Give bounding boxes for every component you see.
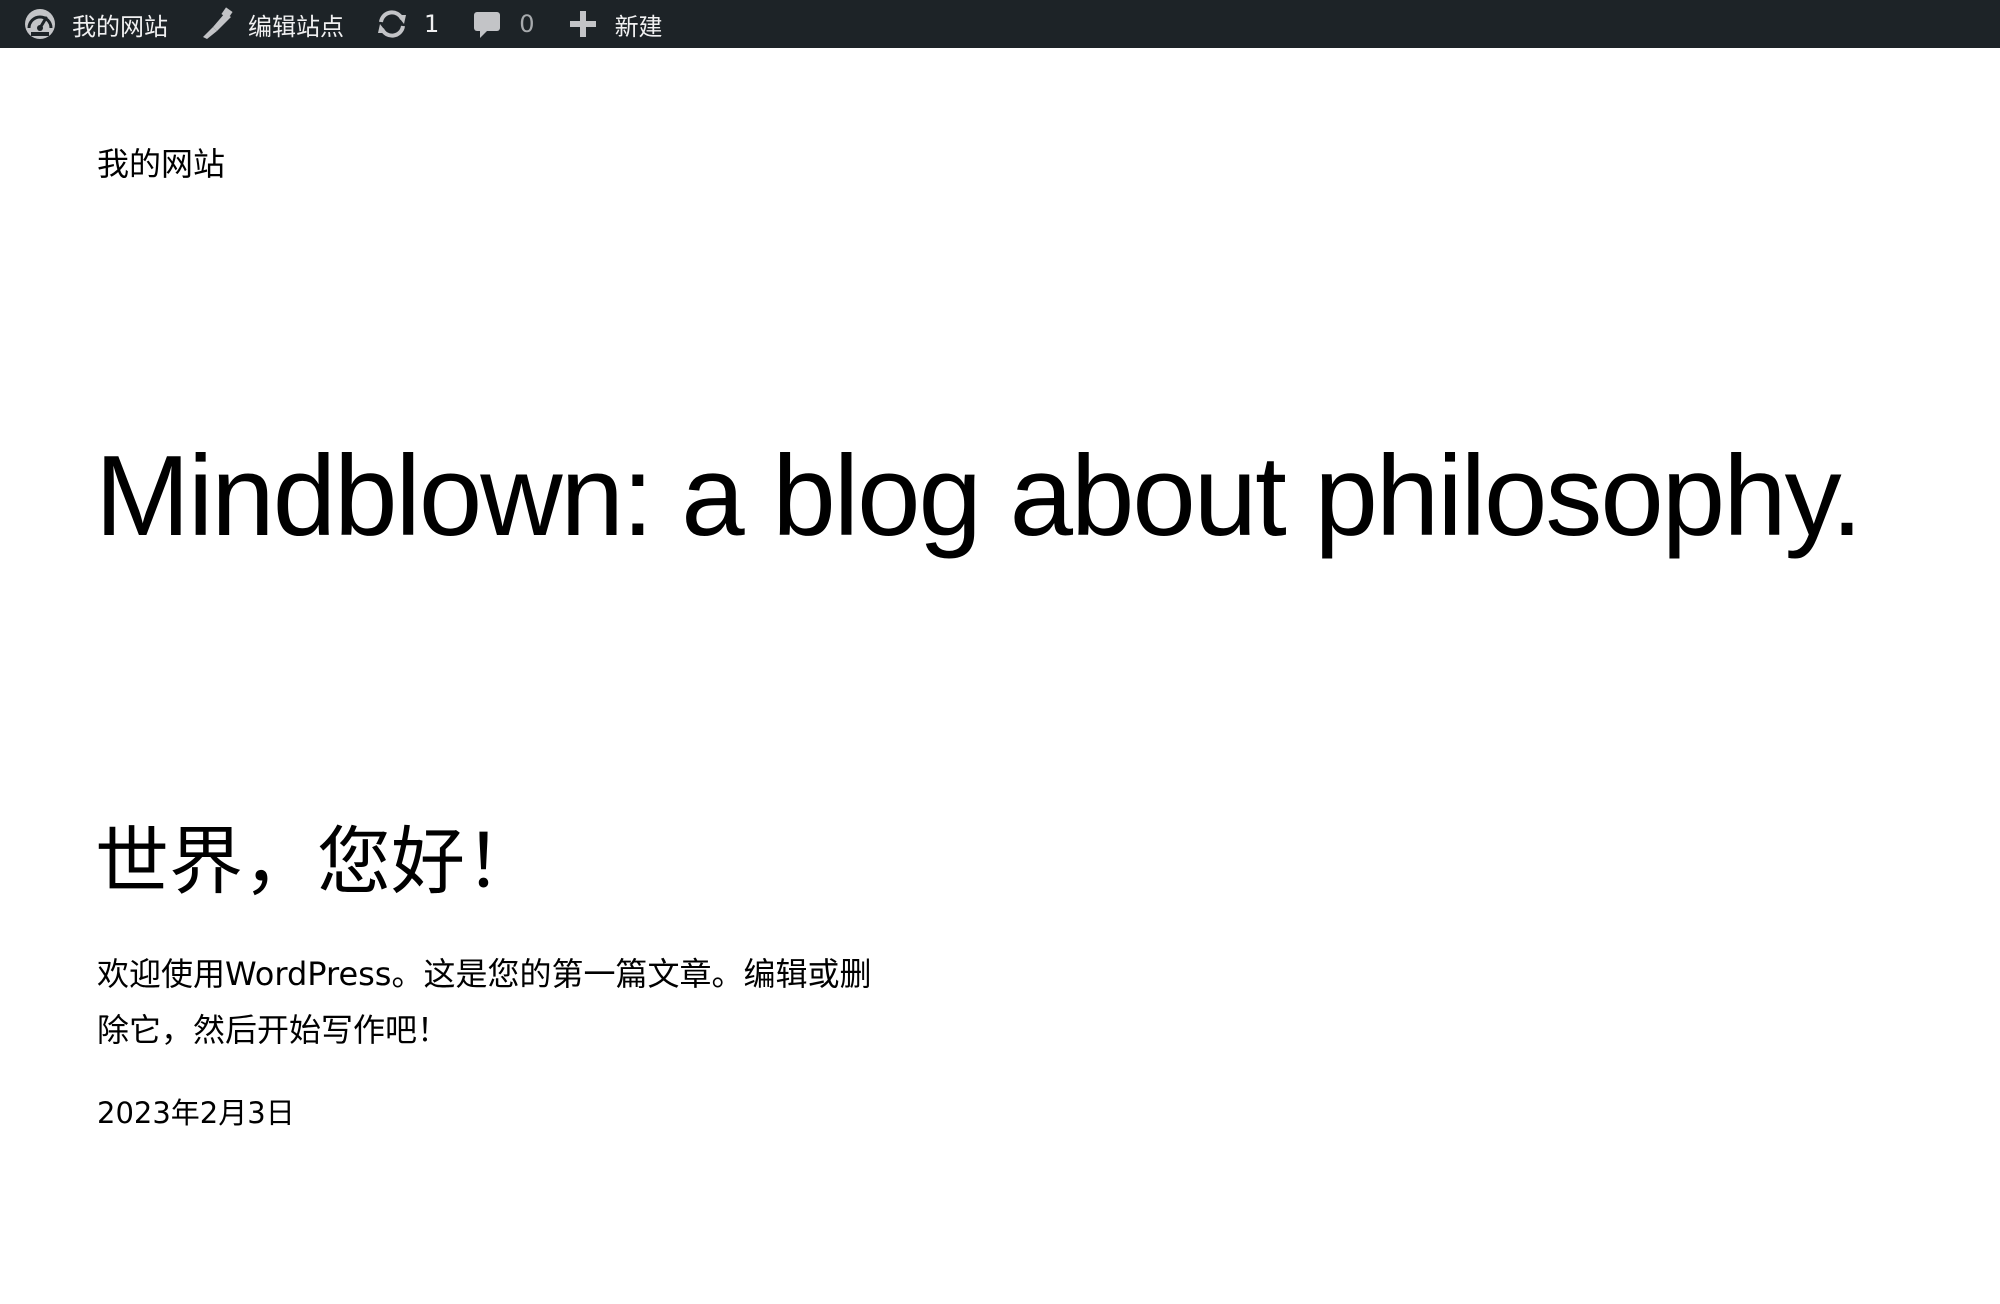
admin-bar-updates[interactable]: 1 bbox=[374, 0, 439, 48]
comment-icon bbox=[469, 6, 505, 42]
brush-icon bbox=[198, 6, 234, 42]
post-excerpt: 欢迎使用WordPress。这是您的第一篇文章。编辑或删除它，然后开始写作吧！ bbox=[97, 955, 872, 1049]
admin-bar-new-content[interactable]: 新建 bbox=[565, 0, 663, 48]
admin-bar-edit-site[interactable]: 编辑站点 bbox=[198, 0, 344, 48]
site-title-link[interactable]: 我的网站 bbox=[97, 142, 225, 186]
post-title-link[interactable]: 世界，您好！ bbox=[95, 816, 539, 908]
plus-icon bbox=[565, 6, 601, 42]
new-label: 新建 bbox=[614, 12, 663, 41]
post-date: 2023年2月3日 bbox=[97, 1096, 295, 1130]
dashboard-icon bbox=[22, 6, 58, 42]
admin-bar: 我的网站 编辑站点 1 0 新建 bbox=[0, 0, 2000, 48]
admin-bar-site-menu[interactable]: 我的网站 bbox=[22, 0, 168, 48]
admin-bar-edit-site-label: 编辑站点 bbox=[248, 12, 344, 41]
updates-icon bbox=[374, 6, 410, 42]
hero-heading: Mindblown: a blog about philosophy. bbox=[95, 433, 1863, 560]
admin-bar-site-name: 我的网站 bbox=[72, 12, 168, 41]
admin-bar-comments[interactable]: 0 bbox=[469, 0, 535, 48]
updates-count: 1 bbox=[424, 10, 440, 38]
comments-count: 0 bbox=[519, 10, 535, 38]
